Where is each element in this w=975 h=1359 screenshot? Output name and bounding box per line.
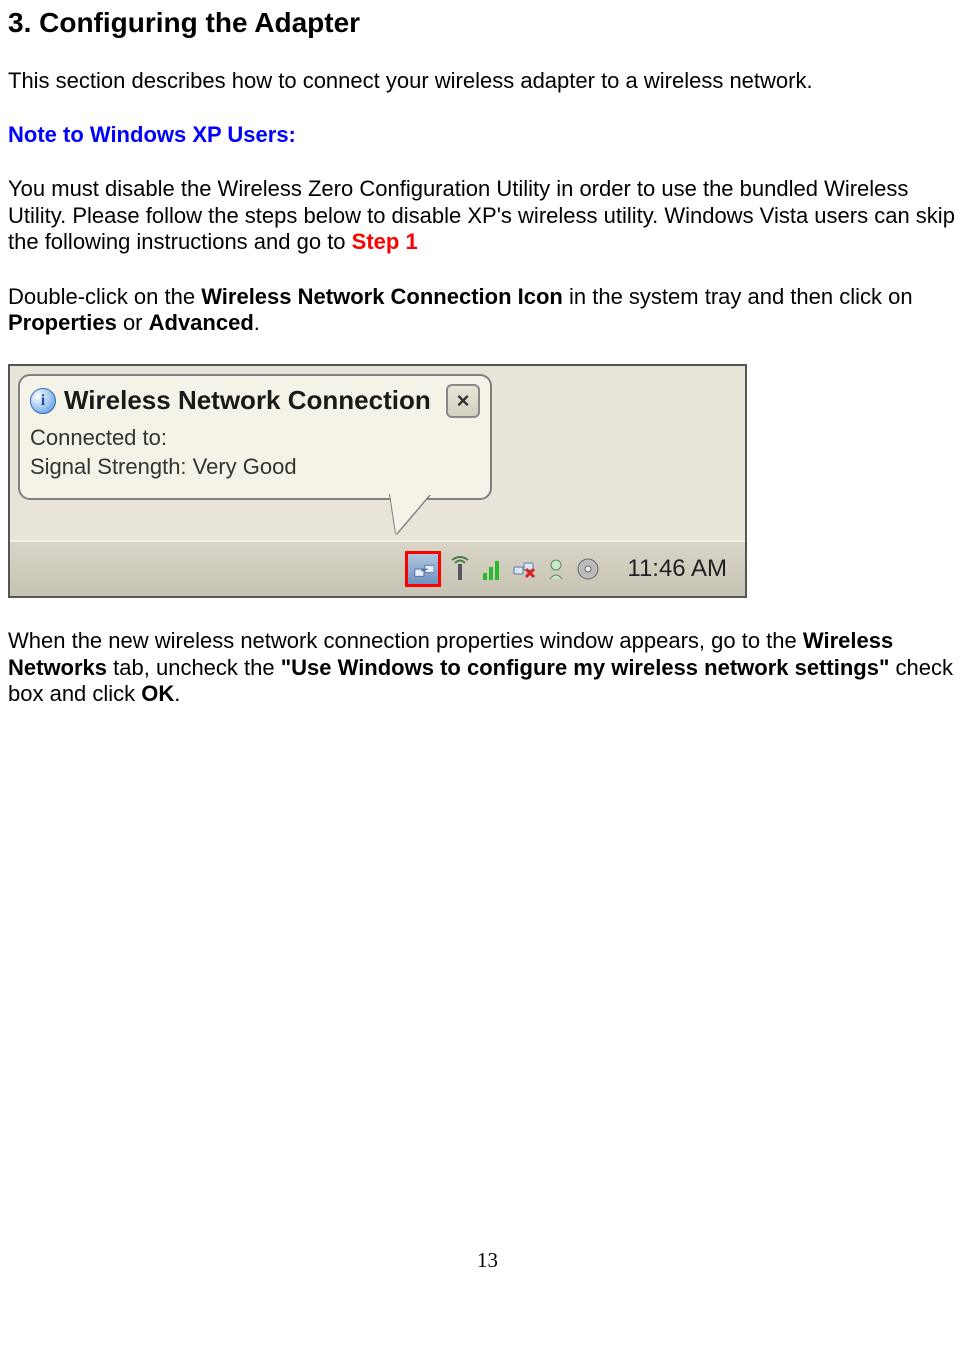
properties-label: Properties [8, 310, 117, 335]
text: Connected to: [30, 425, 167, 450]
text: . [174, 681, 180, 706]
tooltip-tail [390, 494, 430, 534]
explorer-tray-icon[interactable] [543, 556, 569, 582]
paragraph-disable-wzc: You must disable the Wireless Zero Confi… [8, 176, 967, 255]
text: . [254, 310, 260, 335]
text: in the system tray and then click on [563, 284, 913, 309]
text: Double-click on the [8, 284, 201, 309]
note-heading: Note to Windows XP Users: [8, 122, 967, 148]
disc-tray-icon[interactable] [575, 556, 601, 582]
tooltip-titlebar: i Wireless Network Connection × [30, 384, 480, 418]
signal-bars-tray-icon[interactable] [479, 556, 505, 582]
advanced-label: Advanced [149, 310, 254, 335]
text: You must disable the Wireless Zero Confi… [8, 176, 955, 254]
system-tray: 11:46 AM [10, 540, 745, 596]
antenna-tray-icon[interactable] [447, 556, 473, 582]
step-label: Step 1 [352, 229, 418, 254]
text: When the new wireless network connection… [8, 628, 803, 653]
text: tab, uncheck the [107, 655, 281, 680]
tooltip-title: Wireless Network Connection [64, 384, 431, 418]
paragraph-double-click: Double-click on the Wireless Network Con… [8, 284, 967, 337]
intro-paragraph: This section describes how to connect yo… [8, 68, 967, 94]
wireless-tray-icon[interactable] [405, 551, 441, 587]
text: or [117, 310, 149, 335]
paragraph-wireless-tab: When the new wireless network connection… [8, 628, 967, 707]
wireless-icon-label: Wireless Network Connection Icon [201, 284, 563, 309]
page-heading: 3. Configuring the Adapter [8, 6, 967, 40]
page-number: 13 [8, 1248, 967, 1273]
tooltip-line-signal: Signal Strength: Very Good [30, 453, 480, 482]
tooltip-close-button[interactable]: × [446, 384, 480, 418]
tooltip-line-connected: Connected to: [30, 424, 480, 453]
network-disabled-tray-icon[interactable] [511, 556, 537, 582]
ok-label: OK [141, 681, 174, 706]
screenshot-tray-tooltip: i Wireless Network Connection × Connecte… [8, 364, 747, 598]
taskbar-clock[interactable]: 11:46 AM [627, 555, 727, 584]
info-icon: i [30, 388, 56, 414]
wireless-tooltip: i Wireless Network Connection × Connecte… [18, 374, 492, 499]
use-windows-label: "Use Windows to configure my wireless ne… [281, 655, 890, 680]
